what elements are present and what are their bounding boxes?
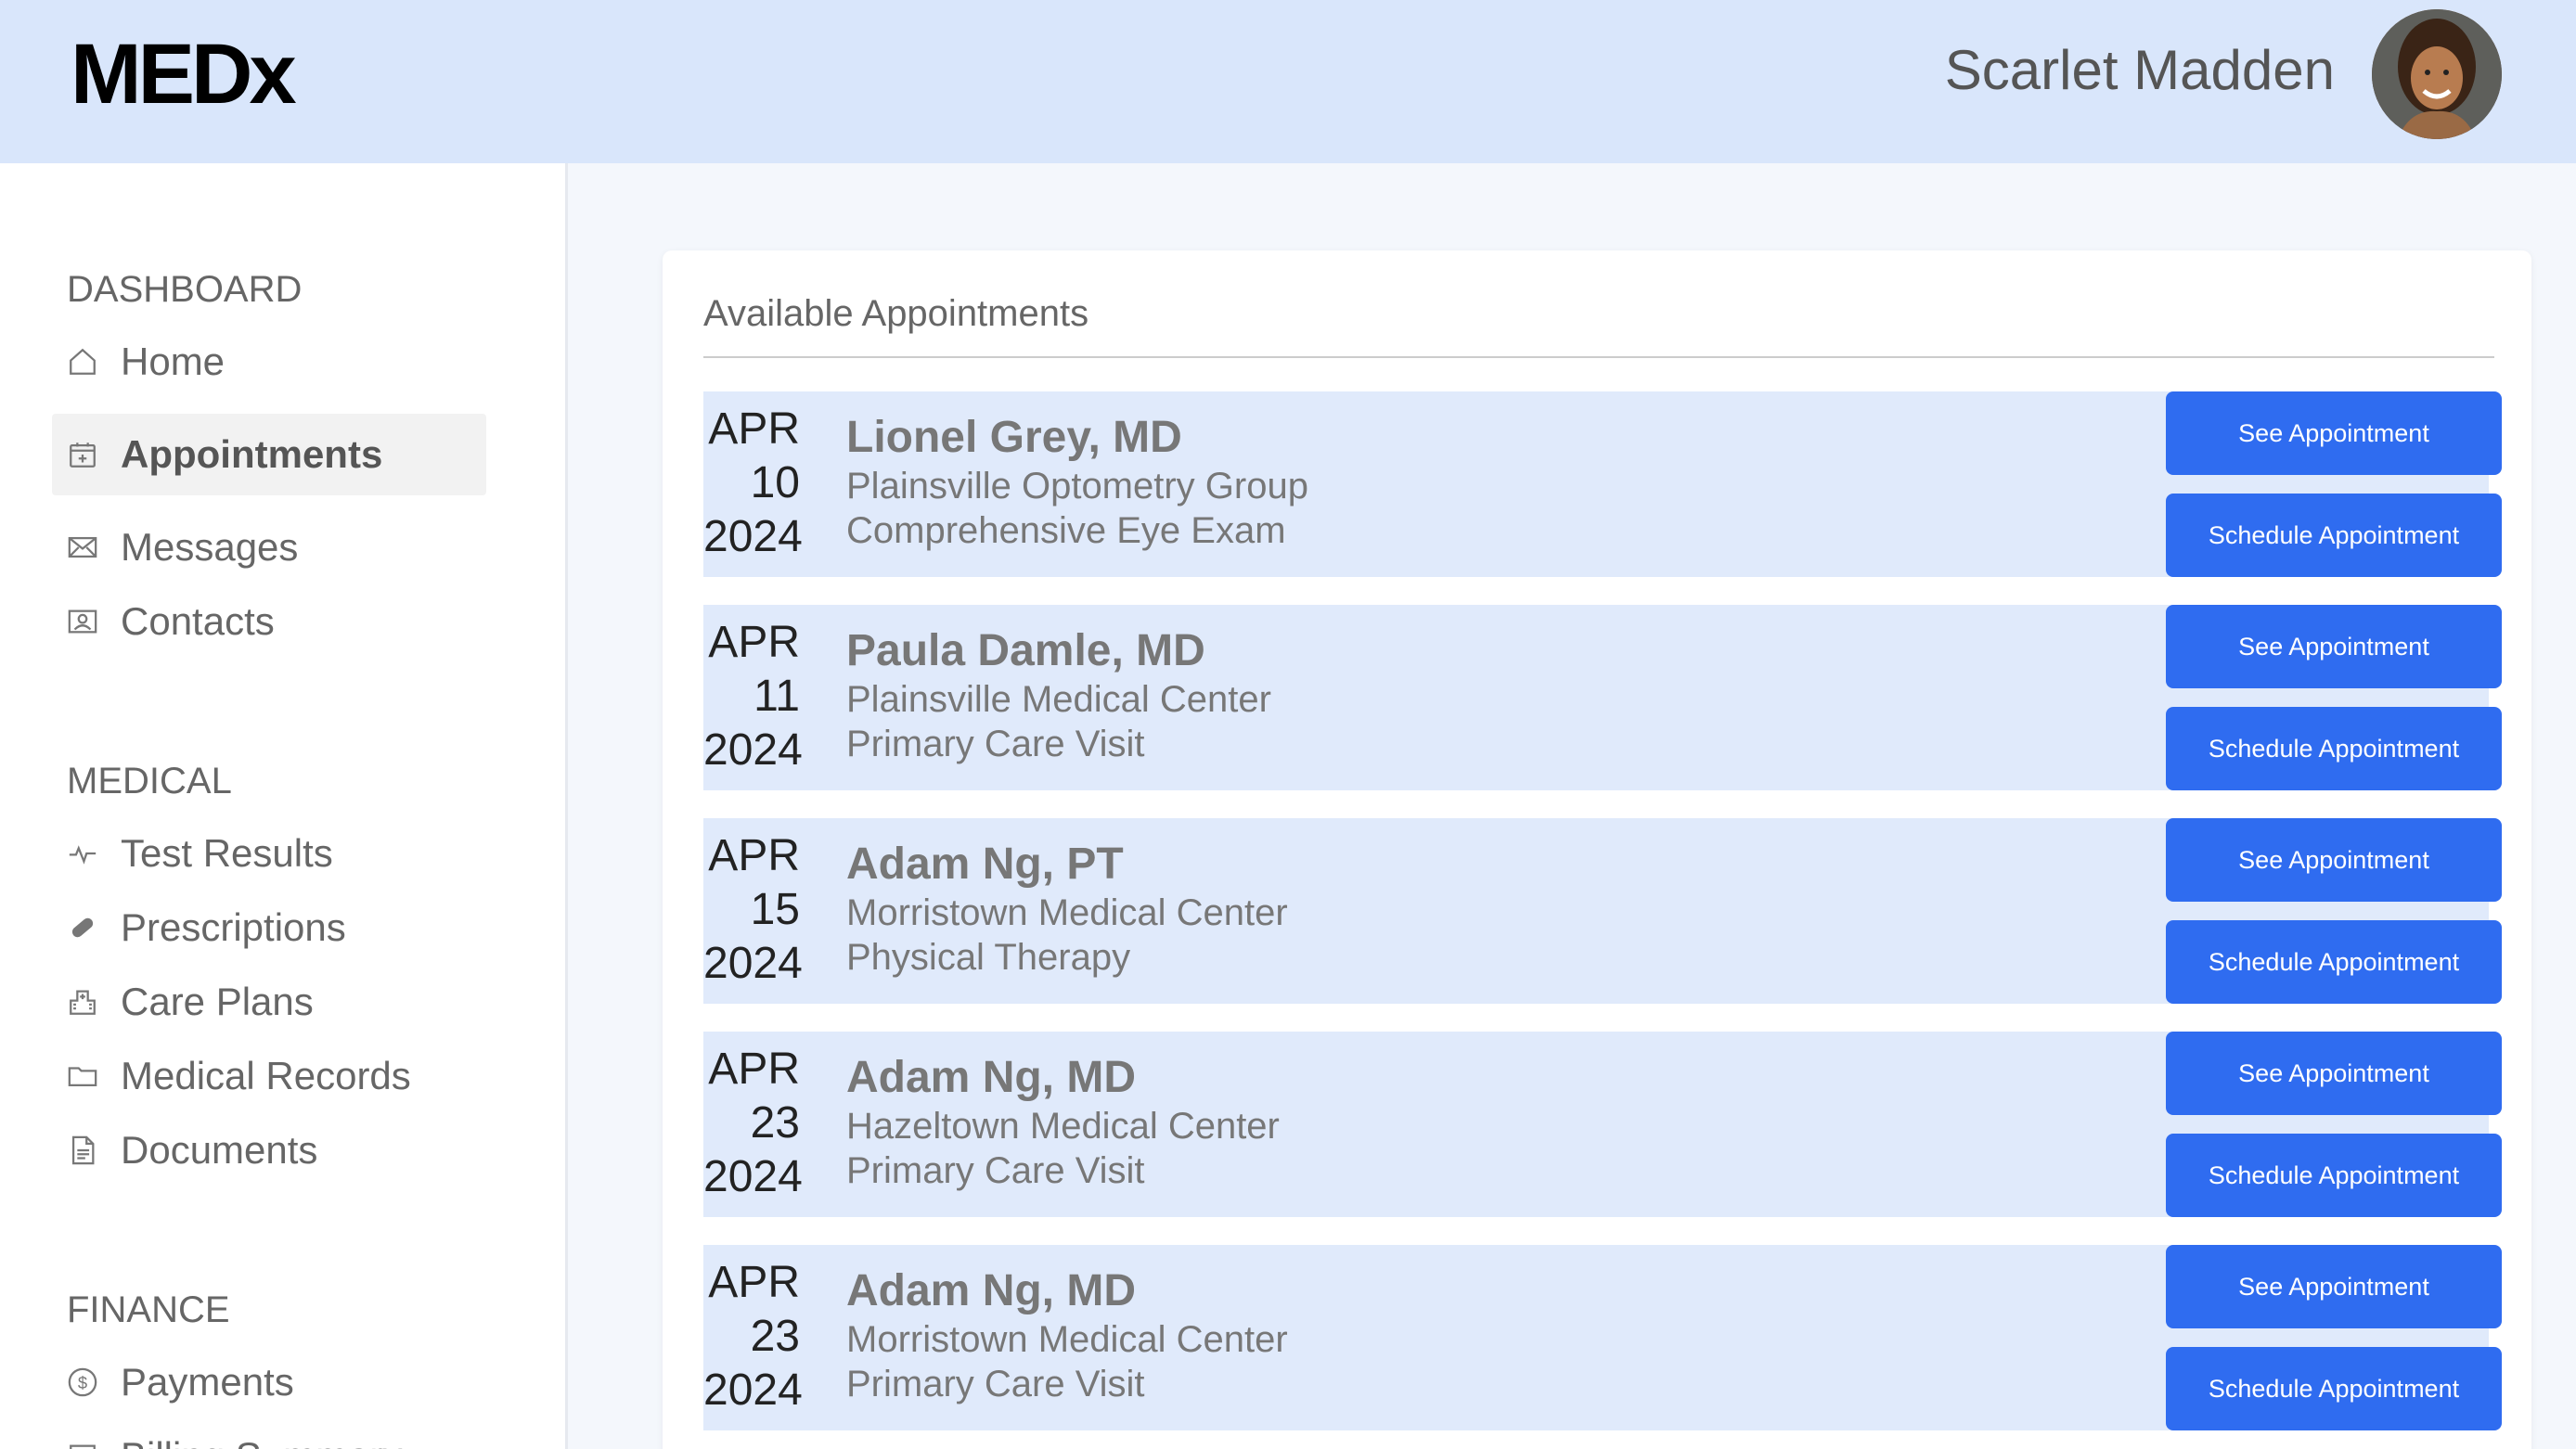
- section-title-dashboard: DASHBOARD: [67, 269, 303, 310]
- appointments-card: Available Appointments APR 10 2024 Lione…: [663, 250, 2531, 1449]
- facility-name: Plainsville Medical Center: [846, 679, 1271, 720]
- sidebar-item-label: Medical Records: [121, 1054, 411, 1097]
- date-month: APR: [708, 831, 800, 880]
- appointment-date: APR 11 2024: [703, 616, 803, 777]
- doctor-name: Adam Ng, MD: [846, 1266, 1136, 1315]
- see-appointment-button[interactable]: See Appointment: [2166, 391, 2502, 475]
- sidebar-item-messages[interactable]: Messages: [52, 507, 486, 588]
- sidebar-item-care-plans[interactable]: Care Plans: [52, 961, 486, 1043]
- title-divider: [703, 356, 2494, 358]
- sidebar-item-contacts[interactable]: Contacts: [52, 581, 486, 662]
- doctor-name: Adam Ng, PT: [846, 840, 1124, 889]
- sidebar-item-documents[interactable]: Documents: [52, 1109, 486, 1191]
- appointment-row: APR 23 2024 Adam Ng, MD Morristown Medic…: [703, 1245, 2502, 1430]
- date-year: 2024: [703, 1366, 803, 1415]
- contact-card-icon: [65, 604, 100, 639]
- appointment-row: APR 23 2024 Adam Ng, MD Hazeltown Medica…: [703, 1032, 2502, 1217]
- sidebar-item-label: Test Results: [121, 831, 333, 875]
- schedule-appointment-button[interactable]: Schedule Appointment: [2166, 920, 2502, 1004]
- date-year: 2024: [703, 512, 803, 561]
- facility-name: Hazeltown Medical Center: [846, 1106, 1280, 1147]
- section-title-finance: FINANCE: [67, 1289, 230, 1330]
- sidebar-item-home[interactable]: Home: [52, 321, 486, 403]
- facility-name: Morristown Medical Center: [846, 1319, 1288, 1360]
- date-day: 15: [750, 885, 800, 934]
- sidebar-item-test-results[interactable]: Test Results: [52, 813, 486, 894]
- user-name[interactable]: Scarlet Madden: [1945, 43, 2335, 98]
- folder-icon: [65, 1058, 100, 1094]
- see-appointment-button[interactable]: See Appointment: [2166, 1032, 2502, 1115]
- sidebar-item-payments[interactable]: $ Payments: [52, 1341, 486, 1423]
- appointment-row: APR 11 2024 Paula Damle, MD Plainsville …: [703, 605, 2502, 790]
- appointment-date: APR 15 2024: [703, 829, 803, 991]
- schedule-appointment-button[interactable]: Schedule Appointment: [2166, 494, 2502, 577]
- sidebar-item-label: Billing Summary: [121, 1434, 402, 1449]
- dollar-coin-icon: $: [65, 1365, 100, 1400]
- schedule-appointment-button[interactable]: Schedule Appointment: [2166, 1134, 2502, 1217]
- sidebar-item-prescriptions[interactable]: Prescriptions: [52, 887, 486, 968]
- document-icon: [65, 1133, 100, 1168]
- facility-name: Plainsville Optometry Group: [846, 466, 1308, 507]
- calendar-icon: [65, 437, 100, 472]
- date-day: 23: [750, 1098, 800, 1148]
- pill-icon: [65, 910, 100, 945]
- appointment-date: APR 23 2024: [703, 1256, 803, 1417]
- sidebar-item-label: Prescriptions: [121, 905, 346, 949]
- date-year: 2024: [703, 1152, 803, 1201]
- date-month: APR: [708, 1045, 800, 1094]
- schedule-appointment-button[interactable]: Schedule Appointment: [2166, 1347, 2502, 1430]
- schedule-appointment-button[interactable]: Schedule Appointment: [2166, 707, 2502, 790]
- see-appointment-button[interactable]: See Appointment: [2166, 1245, 2502, 1328]
- sidebar-item-label: Messages: [121, 525, 299, 569]
- user-avatar[interactable]: [2372, 9, 2502, 139]
- sidebar-item-label: Payments: [121, 1360, 294, 1404]
- sidebar-item-billing-summary[interactable]: Billing Summary: [52, 1416, 486, 1449]
- appointment-row: APR 10 2024 Lionel Grey, MD Plainsville …: [703, 391, 2502, 577]
- receipt-icon: [65, 1439, 100, 1449]
- section-title-medical: MEDICAL: [67, 761, 232, 801]
- top-header: MEDx Scarlet Madden: [0, 0, 2576, 163]
- app-logo[interactable]: MEDx: [71, 32, 297, 117]
- visit-type: Physical Therapy: [846, 937, 1131, 978]
- date-day: 23: [750, 1312, 800, 1361]
- hospital-icon: [65, 984, 100, 1019]
- sidebar-item-label: Appointments: [121, 432, 383, 476]
- sidebar-item-label: Contacts: [121, 599, 275, 643]
- date-year: 2024: [703, 939, 803, 988]
- sidebar-item-label: Home: [121, 340, 225, 383]
- visit-type: Primary Care Visit: [846, 724, 1145, 764]
- avatar-portrait: [2372, 9, 2502, 139]
- sidebar-item-appointments[interactable]: Appointments: [52, 414, 486, 495]
- facility-name: Morristown Medical Center: [846, 892, 1288, 933]
- doctor-name: Adam Ng, MD: [846, 1053, 1136, 1102]
- date-month: APR: [708, 618, 800, 667]
- svg-text:$: $: [78, 1373, 87, 1392]
- date-month: APR: [708, 1258, 800, 1307]
- date-month: APR: [708, 404, 800, 454]
- pulse-icon: [65, 836, 100, 871]
- visit-type: Primary Care Visit: [846, 1150, 1145, 1191]
- see-appointment-button[interactable]: See Appointment: [2166, 605, 2502, 688]
- envelope-icon: [65, 530, 100, 565]
- date-day: 11: [753, 672, 800, 721]
- doctor-name: Lionel Grey, MD: [846, 413, 1182, 462]
- visit-type: Primary Care Visit: [846, 1364, 1145, 1404]
- home-icon: [65, 344, 100, 379]
- date-year: 2024: [703, 725, 803, 775]
- see-appointment-button[interactable]: See Appointment: [2166, 818, 2502, 902]
- sidebar-item-label: Care Plans: [121, 980, 314, 1023]
- appointment-row: APR 15 2024 Adam Ng, PT Morristown Medic…: [703, 818, 2502, 1004]
- card-title: Available Appointments: [703, 293, 1089, 334]
- visit-type: Comprehensive Eye Exam: [846, 510, 1286, 551]
- date-day: 10: [750, 458, 800, 507]
- sidebar-item-medical-records[interactable]: Medical Records: [52, 1035, 486, 1117]
- doctor-name: Paula Damle, MD: [846, 626, 1205, 675]
- appointment-date: APR 10 2024: [703, 403, 803, 564]
- sidebar: DASHBOARD Home Appointments Messages Con…: [0, 163, 568, 1449]
- appointment-date: APR 23 2024: [703, 1043, 803, 1204]
- sidebar-item-label: Documents: [121, 1128, 318, 1172]
